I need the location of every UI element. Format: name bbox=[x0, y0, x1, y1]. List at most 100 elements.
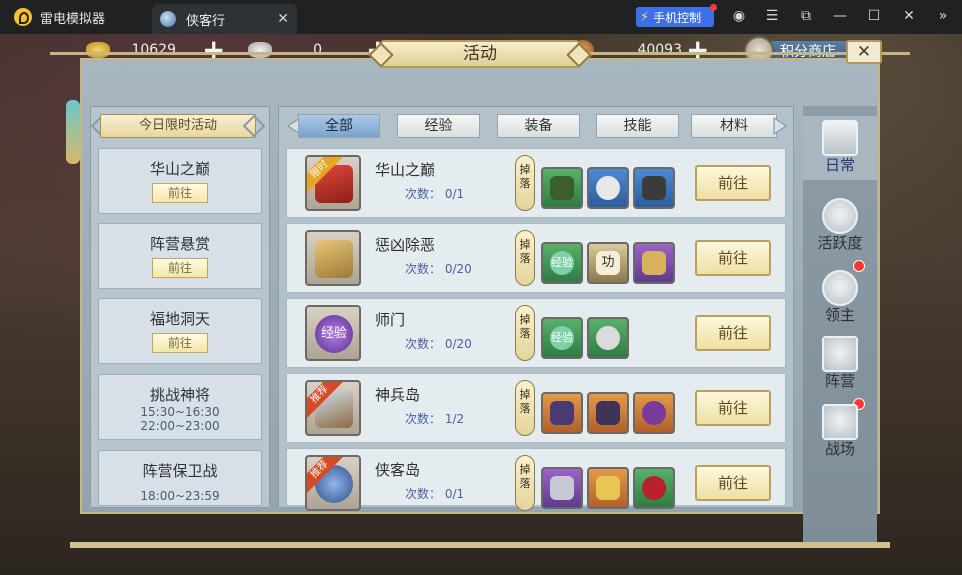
game-tab-label: 侠客行 bbox=[186, 13, 226, 29]
maximize-button[interactable]: ☐ bbox=[865, 8, 883, 24]
reward-iron-ingot-icon[interactable] bbox=[633, 167, 675, 209]
limited-item-go-button[interactable]: 前往 bbox=[152, 258, 208, 278]
close-window-button[interactable]: ✕ bbox=[900, 8, 918, 24]
count-value: 1/2 bbox=[444, 412, 465, 426]
tab-all[interactable]: 全部 bbox=[298, 114, 380, 138]
lightning-icon: ⚡ bbox=[640, 9, 650, 25]
activity-row-punish: 惩凶除恶 次数： 0/20 掉落 经验 功 前往 bbox=[286, 223, 786, 293]
nav-daily[interactable]: 日常 bbox=[803, 116, 877, 180]
warrior-icon bbox=[822, 198, 858, 234]
go-button[interactable]: 前往 bbox=[695, 465, 771, 501]
limited-item-cave[interactable]: 福地洞天 前往 bbox=[98, 298, 262, 364]
count-value: 0/20 bbox=[444, 262, 472, 276]
experience-orb-text: 经验 bbox=[315, 315, 353, 353]
reward-merit-icon[interactable]: 功 bbox=[587, 242, 629, 284]
weapon-crate-icon: 推荐 bbox=[305, 380, 361, 436]
activity-count: 次数： 0/20 bbox=[405, 335, 472, 352]
tab-skill[interactable]: 技能 bbox=[596, 114, 679, 138]
reward-scroll-icon[interactable] bbox=[633, 242, 675, 284]
activity-name: 神兵岛 bbox=[375, 386, 421, 404]
drop-tag: 掉落 bbox=[515, 305, 535, 361]
panel-title: 活动 bbox=[380, 40, 580, 68]
minimize-button[interactable]: — bbox=[831, 8, 849, 24]
banner-icon bbox=[822, 336, 858, 372]
activity-name: 师门 bbox=[375, 311, 406, 329]
go-button[interactable]: 前往 bbox=[695, 315, 771, 351]
drop-tag: 掉落 bbox=[515, 155, 535, 211]
activity-row-weapon-island: 推荐 神兵岛 次数： 1/2 掉落 前往 bbox=[286, 373, 786, 443]
limited-item-go-button[interactable]: 前往 bbox=[152, 183, 208, 203]
crossed-swords-icon bbox=[822, 404, 858, 440]
tab-experience[interactable]: 经验 bbox=[397, 114, 480, 138]
menu-icon[interactable]: ☰ bbox=[763, 8, 781, 24]
reward-silver-coin-icon[interactable] bbox=[587, 317, 629, 359]
nav-battlefield[interactable]: 战场 bbox=[803, 400, 877, 464]
merit-text: 功 bbox=[596, 251, 620, 275]
nav-label: 领主 bbox=[824, 306, 855, 324]
scroll-order-icon bbox=[305, 230, 361, 286]
tab-close-icon[interactable]: ✕ bbox=[277, 11, 289, 27]
count-value: 0/1 bbox=[444, 487, 465, 501]
reward-boots-icon[interactable] bbox=[587, 392, 629, 434]
reward-salt-bowl-icon[interactable] bbox=[587, 167, 629, 209]
limited-item-bounty[interactable]: 阵营悬赏 前往 bbox=[98, 223, 262, 289]
flag-icon: 限时 bbox=[305, 155, 361, 211]
activity-row-sect: 经验 师门 次数： 0/20 掉落 经验 前往 bbox=[286, 298, 786, 368]
count-value: 0/1 bbox=[444, 187, 465, 201]
phone-control-button[interactable]: ⚡ 手机控制 bbox=[636, 4, 717, 27]
reward-jade-token-icon[interactable] bbox=[541, 167, 583, 209]
sync-icon[interactable]: ⧉ bbox=[797, 8, 815, 24]
nav-label: 阵营 bbox=[824, 372, 855, 390]
reward-experience-icon[interactable]: 经验 bbox=[541, 317, 583, 359]
ox-head-icon bbox=[822, 270, 858, 306]
limited-item-go-button[interactable]: 前往 bbox=[152, 333, 208, 353]
account-icon[interactable]: ◉ bbox=[730, 8, 748, 24]
drop-tag: 掉落 bbox=[515, 230, 535, 286]
count-value: 0/20 bbox=[444, 337, 472, 351]
activity-count: 次数： 0/1 bbox=[405, 185, 464, 202]
game-tab-icon bbox=[160, 11, 176, 27]
limited-item-name: 挑战神将 bbox=[149, 386, 210, 404]
activity-count: 次数： 0/20 bbox=[405, 260, 472, 277]
experience-orb-icon: 经验 bbox=[305, 305, 361, 361]
limited-item-name: 阵营悬赏 bbox=[149, 235, 210, 253]
limited-activities-title: 今日限时活动 bbox=[100, 114, 256, 138]
panel-close-button[interactable]: ✕ bbox=[846, 40, 882, 64]
reward-robe-icon[interactable] bbox=[541, 392, 583, 434]
reward-experience-icon[interactable]: 经验 bbox=[541, 242, 583, 284]
reward-banner-icon[interactable] bbox=[587, 467, 629, 509]
limited-item-time: 15:30~16:30 bbox=[140, 405, 220, 419]
go-button[interactable]: 前往 bbox=[695, 390, 771, 426]
nav-activity-points[interactable]: 活跃度 bbox=[803, 194, 877, 258]
experience-text: 经验 bbox=[550, 251, 574, 275]
category-right-arrow-icon bbox=[772, 116, 788, 136]
activity-count: 次数： 1/2 bbox=[405, 410, 464, 427]
reward-book-icon[interactable] bbox=[541, 467, 583, 509]
tab-materials[interactable]: 材料 bbox=[691, 114, 777, 138]
panel-bottom-border bbox=[70, 542, 890, 548]
nav-lord[interactable]: 领主 bbox=[803, 266, 877, 330]
scroll-quill-icon bbox=[822, 120, 858, 156]
limited-item-challenge[interactable]: 挑战神将 15:30~16:30 22:00~23:00 bbox=[98, 374, 262, 440]
limited-item-defense[interactable]: 阵营保卫战 18:00~23:59 bbox=[98, 450, 262, 506]
game-tab[interactable]: 侠客行 ✕ bbox=[152, 4, 297, 34]
experience-text: 经验 bbox=[550, 326, 574, 350]
reward-cherry-icon[interactable] bbox=[633, 467, 675, 509]
count-label: 次数： bbox=[405, 487, 442, 501]
go-button[interactable]: 前往 bbox=[695, 240, 771, 276]
activity-count: 次数： 0/1 bbox=[405, 485, 464, 502]
activity-name: 侠客岛 bbox=[375, 461, 421, 479]
limited-item-name: 阵营保卫战 bbox=[142, 462, 218, 480]
count-label: 次数： bbox=[405, 187, 442, 201]
nav-faction[interactable]: 阵营 bbox=[803, 332, 877, 396]
limited-item-time: 22:00~23:00 bbox=[140, 419, 220, 433]
phone-control-label: 手机控制 bbox=[653, 10, 702, 25]
tab-equipment[interactable]: 装备 bbox=[497, 114, 580, 138]
expand-sidebar-button[interactable]: » bbox=[934, 8, 952, 24]
go-button[interactable]: 前往 bbox=[695, 165, 771, 201]
count-label: 次数： bbox=[405, 337, 442, 351]
limited-item-huashan[interactable]: 华山之巅 前往 bbox=[98, 148, 262, 214]
activity-name: 惩凶除恶 bbox=[375, 236, 436, 254]
drop-tag: 掉落 bbox=[515, 455, 535, 511]
reward-ring-icon[interactable] bbox=[633, 392, 675, 434]
